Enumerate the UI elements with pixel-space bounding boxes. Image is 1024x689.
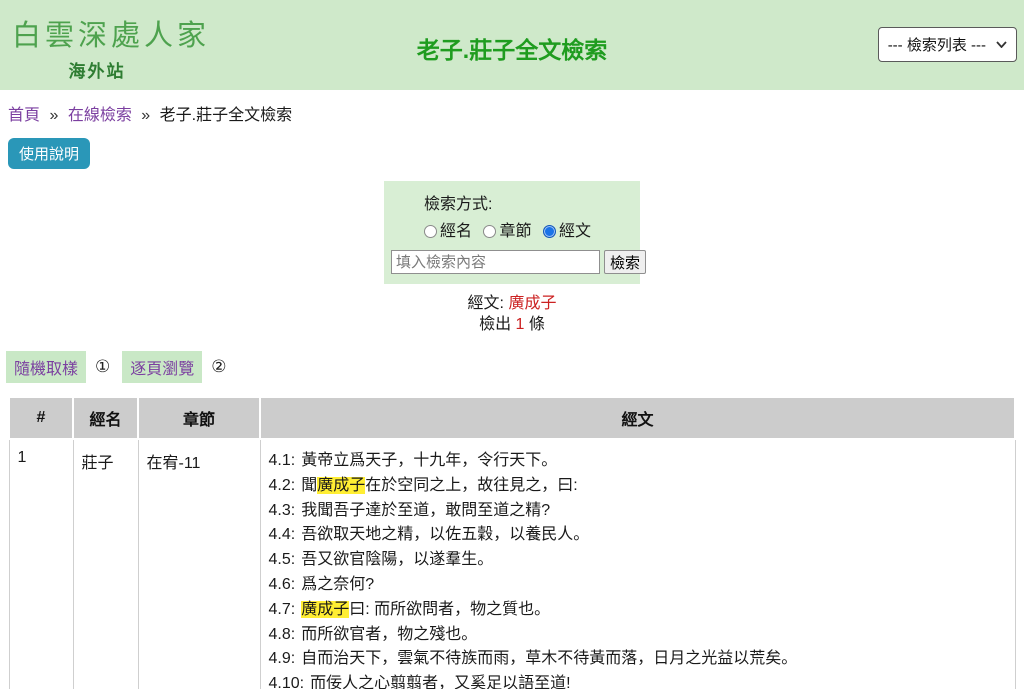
verse-number: 4.4: <box>268 526 296 544</box>
random-sample-button[interactable]: 隨機取樣 <box>6 351 87 383</box>
column-header-text: 經文 <box>259 396 1016 440</box>
verse-text: 吾欲取天地之精，以佐五穀，以養民人。 <box>301 526 590 544</box>
action-row: 隨機取樣 ① 逐頁瀏覽 ② <box>6 351 1024 383</box>
verse-text: 吾又欲官陰陽，以遂羣生。 <box>301 551 494 569</box>
page-browse-button[interactable]: 逐頁瀏覽 <box>122 351 203 383</box>
result-count: 1 <box>515 316 525 333</box>
verse-text: 聞 <box>301 476 318 494</box>
results-header-row: # 經名 章節 經文 <box>8 396 1016 440</box>
breadcrumb: 首頁 » 在線檢索 » 老子.莊子全文檢索 <box>0 90 1024 125</box>
verse-number: 4.10: <box>268 675 305 689</box>
verse-number: 4.3: <box>268 501 296 519</box>
verse-text: 在於空同之上，故往見之，曰: <box>365 476 578 494</box>
radio-icon[interactable] <box>424 225 437 238</box>
search-list-dropdown[interactable]: --- 檢索列表 --- <box>877 27 1017 62</box>
verse-number: 4.6: <box>268 575 296 593</box>
radio-option-book[interactable]: 經名 <box>424 223 472 240</box>
chapter-cell: 在宥-11 <box>137 438 261 689</box>
verse-line: 4.3: 我聞吾子達於至道，敢問至道之精? <box>269 499 1007 524</box>
verse-text: 自而治天下，雲氣不待族而雨，草木不待黃而落，日月之光益以荒矣。 <box>301 650 798 668</box>
verse-text: 我聞吾子達於至道，敢問至道之精? <box>301 501 551 519</box>
verse-line: 4.8: 而所欲官者，物之殘也。 <box>269 623 1007 648</box>
search-mode-label: 檢索方式: <box>424 196 493 213</box>
verse-text: 黃帝立爲天子，十九年，令行天下。 <box>301 452 558 469</box>
search-panel: 檢索方式: 經名 章節 經文 檢索 <box>384 181 647 284</box>
site-logo-subtitle: 海外站 <box>68 62 126 81</box>
page-title: 老子.莊子全文檢索 <box>416 37 608 63</box>
verse-cell: 4.1: 黃帝立爲天子，十九年，令行天下。 4.2: 聞廣成子在於空同之上，故往見之，… <box>259 438 1016 689</box>
verse-number: 4.1: <box>268 452 296 469</box>
row-index-cell: 1 <box>8 438 74 689</box>
verse-text: 爲之奈何? <box>301 575 375 593</box>
help-button[interactable]: 使用說明 <box>8 138 91 169</box>
verse-line: 4.5: 吾又欲官陰陽，以遂羣生。 <box>269 548 1007 573</box>
verse-number: 4.7: <box>268 600 296 618</box>
results-table: # 經名 章節 經文 1 莊子 在宥-11 4.1: 黃帝立爲天子，十九年，令行天… <box>8 396 1016 689</box>
highlighted-term: 廣成子 <box>317 476 366 494</box>
result-summary: 經文: 廣成子 檢出 1 條 <box>0 293 1024 335</box>
radio-option-text[interactable]: 經文 <box>542 223 591 240</box>
verse-line: 4.2: 聞廣成子在於空同之上，故往見之，曰: <box>269 474 1007 499</box>
breadcrumb-home-link[interactable]: 首頁 <box>8 107 40 124</box>
column-header-index: # <box>8 396 74 440</box>
result-count-suffix: 條 <box>528 316 545 333</box>
radio-icon-selected[interactable] <box>542 225 556 238</box>
column-header-book: 經名 <box>72 396 139 440</box>
verse-line: 4.7: 廣成子曰: 而所欲問者，物之質也。 <box>269 598 1007 623</box>
breadcrumb-separator: » <box>141 107 151 124</box>
radio-icon[interactable] <box>483 225 497 238</box>
radio-label: 章節 <box>499 223 532 240</box>
query-type-label: 經文: <box>467 295 504 312</box>
verse-number: 4.2: <box>268 476 296 494</box>
highlighted-term: 廣成子 <box>301 600 350 618</box>
search-list-dropdown-label: --- 檢索列表 --- <box>887 37 986 54</box>
verse-line: 4.1: 黃帝立爲天子，十九年，令行天下。 <box>269 449 1007 474</box>
query-term: 廣成子 <box>508 295 557 312</box>
radio-option-chapter[interactable]: 章節 <box>483 223 531 240</box>
verse-number: 4.5: <box>268 551 296 569</box>
table-row: 1 莊子 在宥-11 4.1: 黃帝立爲天子，十九年，令行天下。 4.2: 聞廣成子在… <box>8 438 1016 689</box>
result-count-prefix: 檢出 <box>479 316 512 333</box>
verse-line: 4.10: 而佞人之心翦翦者，又奚足以語至道! <box>269 672 1007 689</box>
breadcrumb-online-search-link[interactable]: 在線檢索 <box>68 107 132 124</box>
breadcrumb-current: 老子.莊子全文檢索 <box>159 107 293 124</box>
verse-number: 4.9: <box>268 650 296 668</box>
verse-line: 4.4: 吾欲取天地之精，以佐五穀，以養民人。 <box>269 523 1007 548</box>
verse-text: 曰: 而所欲問者，物之質也。 <box>349 600 551 618</box>
verse-line: 4.9: 自而治天下，雲氣不待族而雨，草木不待黃而落，日月之光益以荒矣。 <box>269 647 1007 672</box>
verse-text: 而佞人之心翦翦者，又奚足以語至道! <box>310 675 571 689</box>
chevron-down-icon <box>996 41 1007 48</box>
verse-line: 4.6: 爲之奈何? <box>269 573 1007 598</box>
verse-text: 而所欲官者，物之殘也。 <box>301 625 478 643</box>
column-header-chapter: 章節 <box>137 396 261 440</box>
verse-number: 4.8: <box>268 625 296 643</box>
radio-label: 經名 <box>440 223 473 240</box>
search-button[interactable]: 檢索 <box>604 250 647 274</box>
page-header: 白雲深處人家 海外站 老子.莊子全文檢索 --- 檢索列表 --- <box>0 0 1024 90</box>
note-number-2: ② <box>211 357 227 376</box>
site-logo-title: 白雲深處人家 <box>12 20 211 52</box>
book-cell: 莊子 <box>72 438 139 689</box>
radio-label: 經文 <box>558 223 591 240</box>
search-mode-options: 經名 章節 經文 <box>424 223 598 240</box>
site-logo[interactable]: 白雲深處人家 海外站 <box>12 12 211 82</box>
note-number-1: ① <box>95 357 111 376</box>
breadcrumb-separator: » <box>49 107 59 124</box>
search-input[interactable] <box>391 250 600 274</box>
